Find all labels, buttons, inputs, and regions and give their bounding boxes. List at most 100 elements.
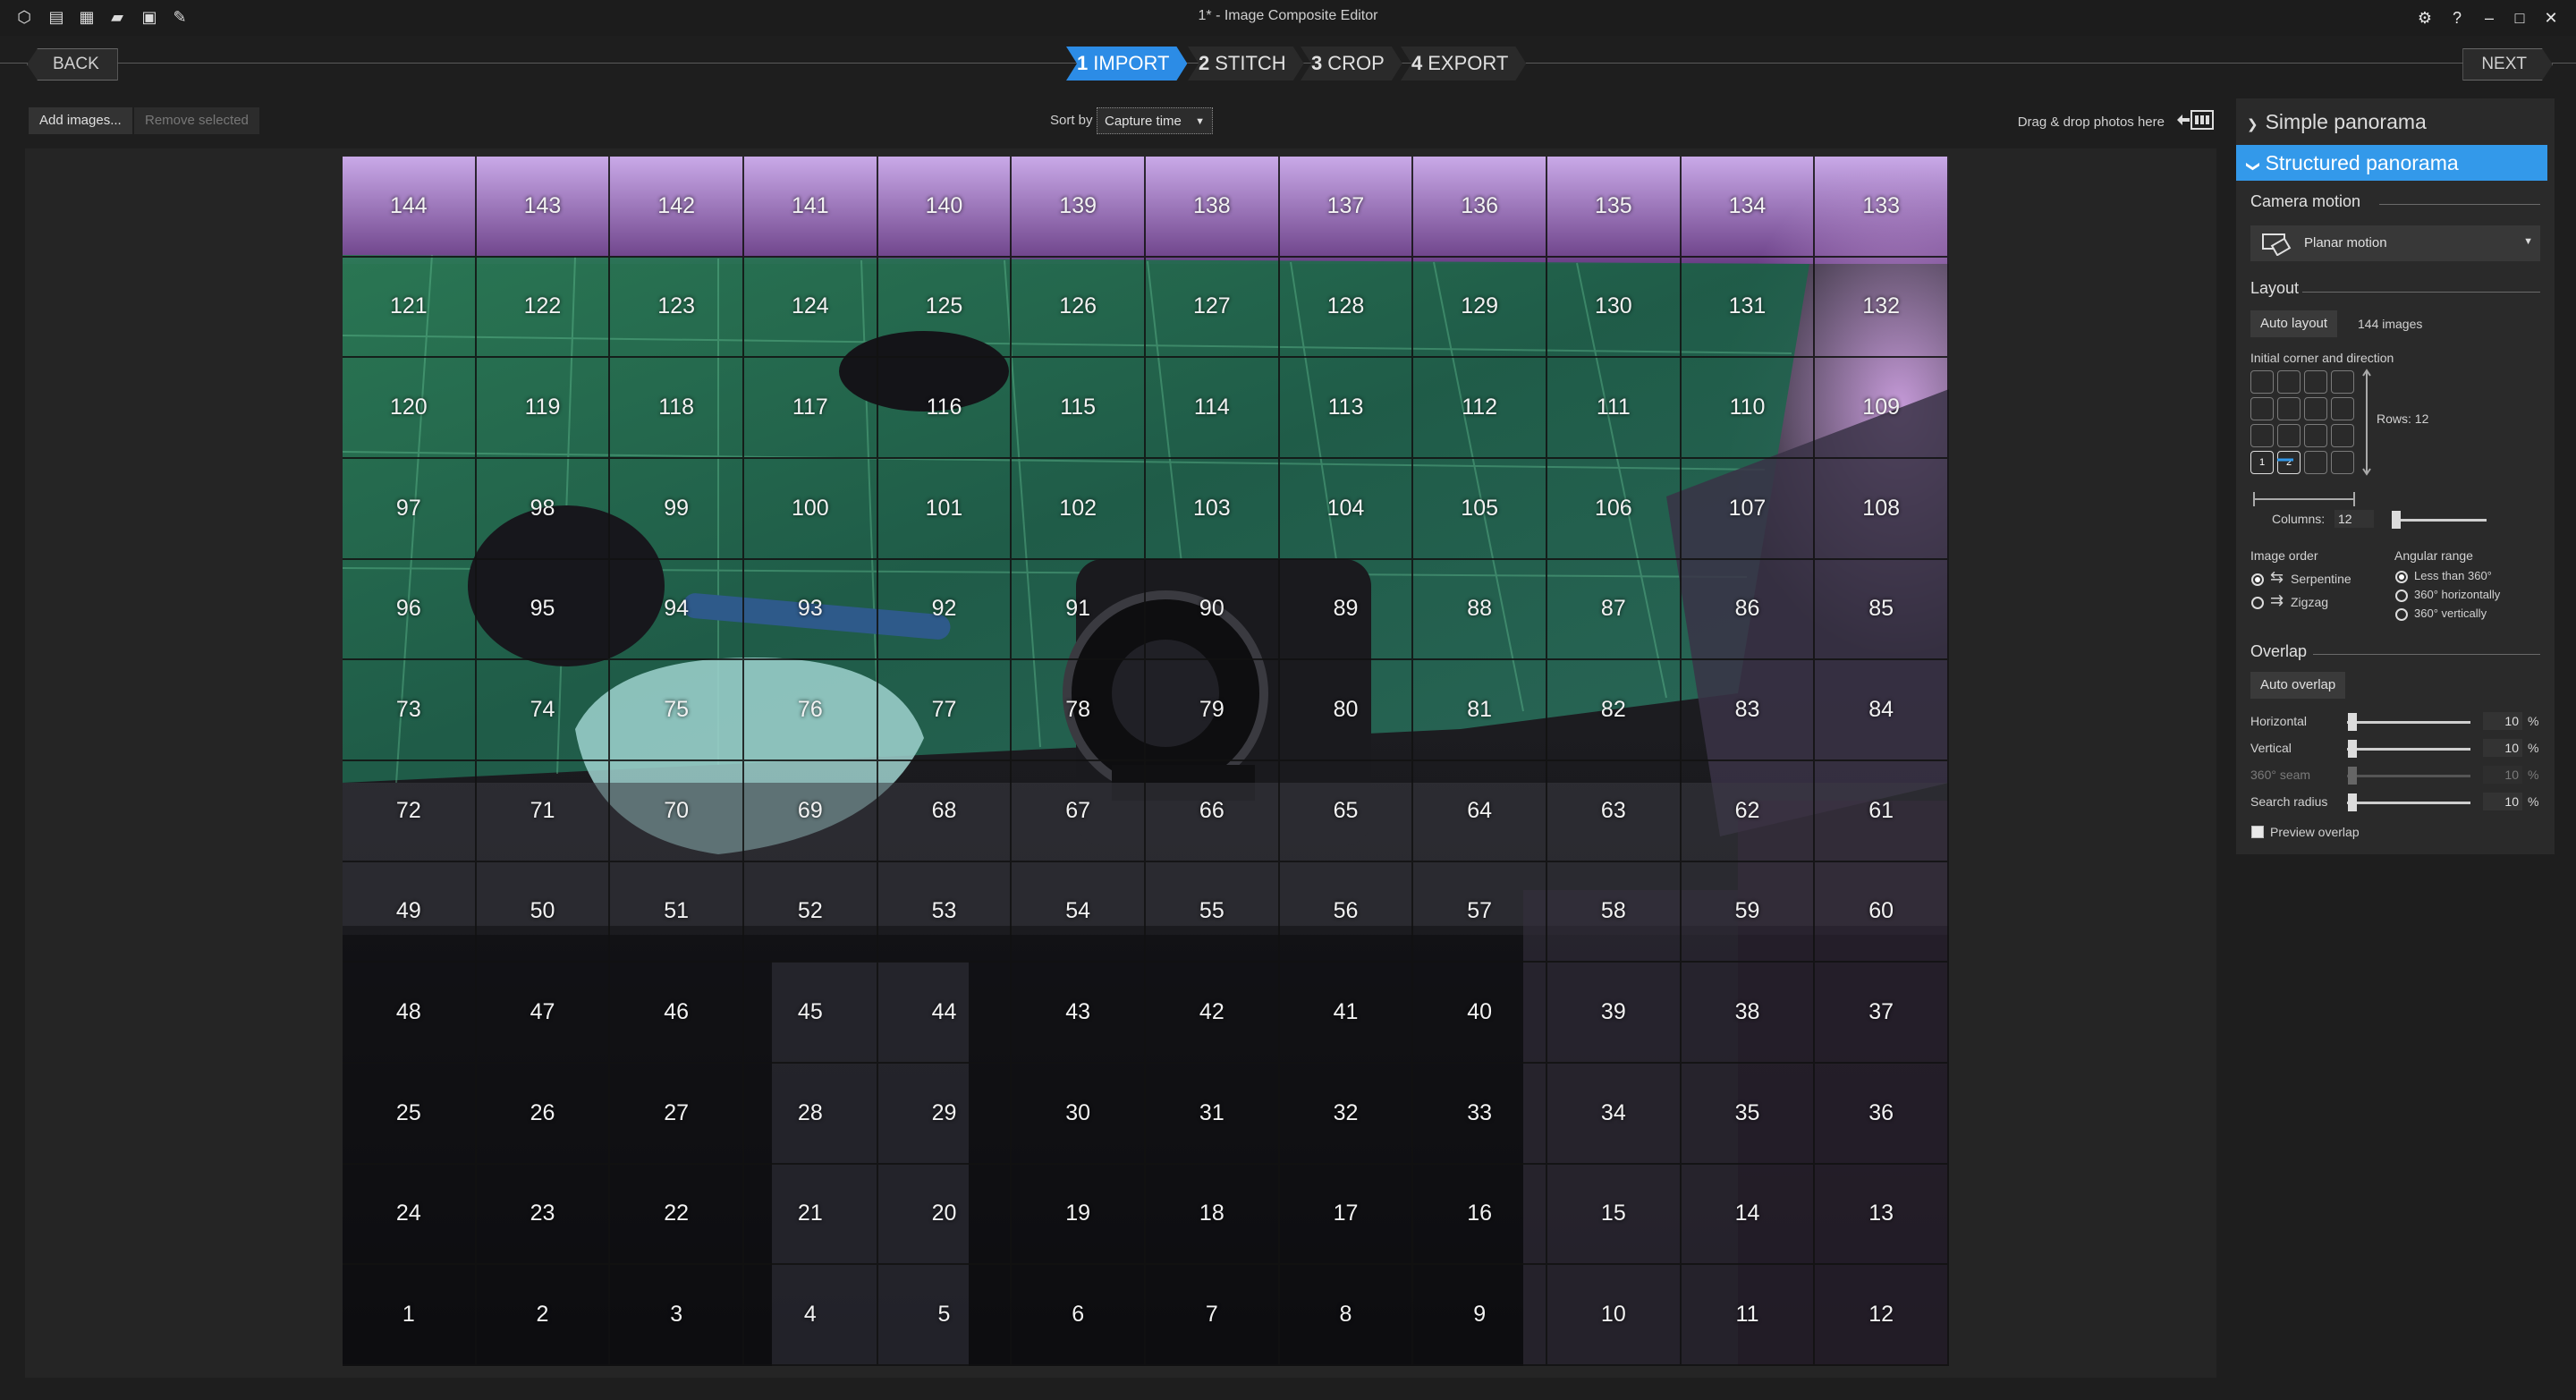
image-tile[interactable]: 67 — [1012, 760, 1146, 862]
search-radius-input[interactable]: 10 — [2483, 793, 2522, 810]
image-tile[interactable]: 70 — [610, 760, 744, 862]
image-tile[interactable]: 30 — [1012, 1063, 1146, 1165]
image-tile[interactable]: 28 — [744, 1063, 878, 1165]
image-tile[interactable]: 100 — [744, 458, 878, 560]
image-tile[interactable]: 48 — [343, 963, 477, 1064]
image-tile[interactable]: 7 — [1146, 1265, 1280, 1366]
less-than-360-radio[interactable] — [2395, 571, 2408, 583]
image-tile[interactable]: 96 — [343, 559, 477, 661]
next-button[interactable]: NEXT — [2462, 48, 2553, 81]
image-tile[interactable]: 119 — [476, 358, 611, 459]
image-tile[interactable]: 55 — [1146, 861, 1280, 963]
image-tile[interactable]: 98 — [476, 458, 611, 560]
image-tile[interactable]: 64 — [1413, 760, 1547, 862]
image-tile[interactable]: 19 — [1012, 1164, 1146, 1266]
image-tile[interactable]: 121 — [343, 257, 477, 359]
settings-gear-icon[interactable]: ⚙ — [2412, 5, 2437, 30]
sort-by-select[interactable]: Capture time ▼ — [1097, 107, 1213, 134]
image-tile[interactable]: 134 — [1681, 157, 1816, 258]
image-tile[interactable]: 88 — [1413, 559, 1547, 661]
image-tile[interactable]: 41 — [1279, 963, 1414, 1064]
image-tile[interactable]: 2 — [476, 1265, 611, 1366]
image-tile[interactable]: 135 — [1547, 157, 1682, 258]
image-canvas[interactable]: 144 143 142 141 140 139 138 137 136 135 134 133 121 1… — [25, 148, 2216, 1378]
image-tile[interactable]: 60 — [1815, 861, 1949, 963]
image-tile[interactable]: 105 — [1413, 458, 1547, 560]
image-tile[interactable]: 103 — [1146, 458, 1280, 560]
image-tile[interactable]: 90 — [1146, 559, 1280, 661]
horizontal-overlap-thumb[interactable] — [2348, 713, 2357, 731]
image-tile[interactable]: 16 — [1413, 1164, 1547, 1266]
zigzag-radio[interactable] — [2251, 597, 2264, 609]
step-import[interactable]: 1 IMPORT — [1066, 47, 1187, 81]
image-tile[interactable]: 131 — [1681, 257, 1816, 359]
image-tile[interactable]: 54 — [1012, 861, 1146, 963]
image-tile[interactable]: 73 — [343, 660, 477, 761]
image-tile[interactable]: 80 — [1279, 660, 1414, 761]
image-tile[interactable]: 141 — [744, 157, 878, 258]
image-tile[interactable]: 50 — [476, 861, 611, 963]
image-tile[interactable]: 108 — [1815, 458, 1949, 560]
image-tile[interactable]: 22 — [610, 1164, 744, 1266]
image-tile[interactable]: 112 — [1413, 358, 1547, 459]
image-tile[interactable]: 45 — [744, 963, 878, 1064]
image-tile[interactable]: 136 — [1413, 157, 1547, 258]
image-tile[interactable]: 109 — [1815, 358, 1949, 459]
image-tile[interactable]: 83 — [1681, 660, 1816, 761]
image-tile[interactable]: 27 — [610, 1063, 744, 1165]
image-tile[interactable]: 20 — [877, 1164, 1013, 1266]
simple-panorama-header[interactable]: ❯ Simple panorama — [2236, 104, 2547, 140]
image-tile[interactable]: 102 — [1012, 458, 1146, 560]
image-tile[interactable]: 63 — [1547, 760, 1682, 862]
image-tile[interactable]: 21 — [744, 1164, 878, 1266]
image-tile[interactable]: 116 — [877, 358, 1013, 459]
image-tile[interactable]: 92 — [877, 559, 1013, 661]
image-tile[interactable]: 37 — [1815, 963, 1949, 1064]
image-tile[interactable]: 46 — [610, 963, 744, 1064]
image-tile[interactable]: 142 — [610, 157, 744, 258]
image-tile[interactable]: 9 — [1413, 1265, 1547, 1366]
image-tile[interactable]: 89 — [1279, 559, 1414, 661]
image-tile[interactable]: 5 — [877, 1265, 1013, 1366]
image-tile[interactable]: 69 — [744, 760, 878, 862]
close-icon[interactable]: ✕ — [2538, 5, 2563, 30]
image-tile[interactable]: 140 — [877, 157, 1013, 258]
image-tile[interactable]: 79 — [1146, 660, 1280, 761]
image-tile[interactable]: 35 — [1681, 1063, 1816, 1165]
columns-input[interactable]: 12 — [2334, 510, 2374, 528]
image-tile[interactable]: 126 — [1012, 257, 1146, 359]
image-tile[interactable]: 3 — [610, 1265, 744, 1366]
image-tile[interactable]: 81 — [1413, 660, 1547, 761]
auto-overlap-button[interactable]: Auto overlap — [2250, 672, 2346, 699]
image-tile[interactable]: 53 — [877, 861, 1013, 963]
image-tile[interactable]: 82 — [1547, 660, 1682, 761]
360-vertically-radio[interactable] — [2395, 608, 2408, 621]
add-images-button[interactable]: Add images... — [29, 107, 132, 134]
serpentine-radio[interactable] — [2251, 573, 2264, 586]
horizontal-overlap-track[interactable] — [2347, 721, 2470, 724]
image-tile[interactable]: 18 — [1146, 1164, 1280, 1266]
image-tile[interactable]: 106 — [1547, 458, 1682, 560]
image-tile[interactable]: 133 — [1815, 157, 1949, 258]
image-tile[interactable]: 56 — [1279, 861, 1414, 963]
image-tile[interactable]: 91 — [1012, 559, 1146, 661]
image-tile[interactable]: 111 — [1547, 358, 1682, 459]
image-tile[interactable]: 33 — [1413, 1063, 1547, 1165]
image-tile[interactable]: 23 — [476, 1164, 611, 1266]
image-tile[interactable]: 113 — [1279, 358, 1414, 459]
image-tile[interactable]: 120 — [343, 358, 477, 459]
image-tile[interactable]: 1 — [343, 1265, 477, 1366]
structured-panorama-header[interactable]: ❯ Structured panorama — [2236, 145, 2547, 181]
search-radius-track[interactable] — [2347, 802, 2470, 804]
image-tile[interactable]: 15 — [1547, 1164, 1682, 1266]
image-tile[interactable]: 39 — [1547, 963, 1682, 1064]
columns-slider-thumb[interactable] — [2392, 511, 2401, 529]
image-tile[interactable]: 34 — [1547, 1063, 1682, 1165]
image-tile[interactable]: 12 — [1815, 1265, 1949, 1366]
maximize-icon[interactable]: □ — [2507, 5, 2532, 30]
image-tile[interactable]: 38 — [1681, 963, 1816, 1064]
image-tile[interactable]: 118 — [610, 358, 744, 459]
image-tile[interactable]: 13 — [1815, 1164, 1949, 1266]
image-tile[interactable]: 61 — [1815, 760, 1949, 862]
image-tile[interactable]: 132 — [1815, 257, 1949, 359]
